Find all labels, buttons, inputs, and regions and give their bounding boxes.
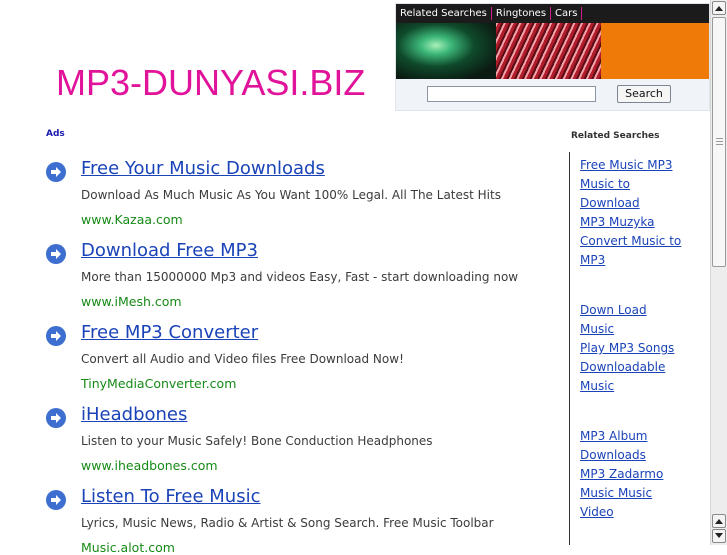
ad-title-link[interactable]: Free MP3 Converter — [81, 322, 258, 343]
header-banner — [396, 23, 709, 79]
related-search-link[interactable]: MP3 Zadarmo — [580, 465, 663, 484]
related-search-link[interactable]: Music Music — [580, 484, 652, 503]
related-search-link[interactable]: Free Music MP3 — [580, 156, 672, 175]
nav-link-ringtones[interactable]: Ringtones — [492, 7, 552, 20]
ad-url[interactable]: TinyMediaConverter.com — [81, 376, 236, 391]
related-search-link[interactable]: MP3 — [580, 251, 605, 270]
vertical-scrollbar[interactable] — [710, 0, 727, 545]
arrow-right-circle-icon[interactable] — [46, 162, 66, 182]
top-panel: Related Searches Ringtones Cars Search — [395, 3, 710, 111]
related-search-link[interactable]: Music — [580, 377, 614, 396]
related-search-link[interactable]: Convert Music to — [580, 232, 681, 251]
ad-description: More than 15000000 Mp3 and videos Easy, … — [81, 270, 519, 284]
ad-description: Lyrics, Music News, Radio & Artist & Son… — [81, 516, 494, 530]
related-search-link[interactable]: Music to — [580, 175, 630, 194]
ad-description: Convert all Audio and Video files Free D… — [81, 352, 404, 366]
related-search-link[interactable]: Video — [580, 503, 614, 522]
related-search-link[interactable]: MP3 Album — [580, 427, 648, 446]
banner-image-green — [396, 23, 496, 79]
ad-description: Listen to your Music Safely! Bone Conduc… — [81, 434, 433, 448]
arrow-right-circle-icon[interactable] — [46, 244, 66, 264]
banner-block-orange — [601, 23, 709, 79]
search-input[interactable] — [427, 86, 596, 102]
related-search-link[interactable]: Music — [580, 320, 614, 339]
related-search-link[interactable]: Down Load — [580, 301, 647, 320]
scroll-up-icon-lower[interactable] — [712, 514, 726, 528]
ad-url[interactable]: www.iMesh.com — [81, 294, 182, 309]
nav-link-related-searches[interactable]: Related Searches — [396, 7, 492, 20]
ad-title-link[interactable]: Listen To Free Music — [81, 486, 260, 507]
related-search-link[interactable]: Play MP3 Songs — [580, 339, 674, 358]
scroll-thumb[interactable] — [712, 17, 726, 267]
related-searches-header: Related Searches — [571, 131, 660, 141]
related-search-link[interactable]: MP3 Muzyka — [580, 213, 655, 232]
related-search-link[interactable]: Download — [580, 194, 640, 213]
related-search-link[interactable]: Downloads — [580, 446, 646, 465]
related-divider — [569, 152, 570, 545]
site-title: MP3-DUNYASI.BIZ — [56, 62, 366, 103]
ad-title-link[interactable]: Free Your Music Downloads — [81, 158, 325, 179]
arrow-right-circle-icon[interactable] — [46, 490, 66, 510]
related-search-link[interactable]: Downloadable — [580, 358, 665, 377]
ad-description: Download As Much Music As You Want 100% … — [81, 188, 501, 202]
ads-label: Ads — [46, 129, 65, 139]
ad-url[interactable]: www.Kazaa.com — [81, 212, 183, 227]
search-button[interactable]: Search — [617, 85, 671, 103]
nav-link-cars[interactable]: Cars — [551, 7, 583, 20]
nav-bar: Related Searches Ringtones Cars — [396, 4, 709, 23]
scroll-down-icon[interactable] — [712, 529, 726, 543]
ad-url[interactable]: Music.alot.com — [81, 540, 175, 555]
arrow-right-circle-icon[interactable] — [46, 408, 66, 428]
ad-title-link[interactable]: iHeadbones — [81, 404, 187, 425]
arrow-right-circle-icon[interactable] — [46, 326, 66, 346]
banner-image-red — [496, 23, 601, 79]
ad-title-link[interactable]: Download Free MP3 — [81, 240, 258, 261]
ad-url[interactable]: www.iheadbones.com — [81, 458, 218, 473]
scroll-up-icon[interactable] — [712, 1, 726, 15]
